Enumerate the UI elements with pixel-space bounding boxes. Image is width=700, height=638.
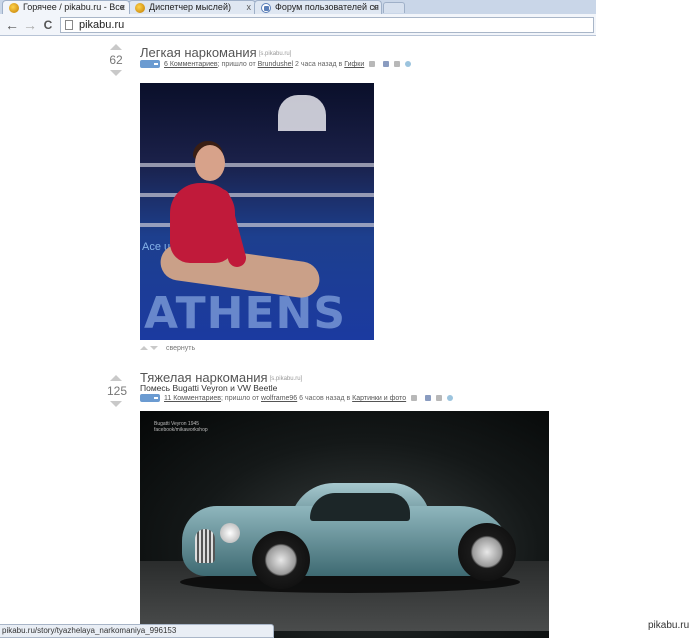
comments-link[interactable]: 6 Комментариев (164, 61, 218, 68)
story-image-car[interactable]: Bugatti Veyron 1945 facebook/mikaworksho… (140, 411, 549, 638)
status-bar: pikabu.ru/story/tyazhelaya_narkomaniya_9… (0, 624, 274, 638)
downvote-arrow-icon[interactable] (110, 401, 122, 407)
vk-icon[interactable] (436, 395, 442, 402)
browser-toolbar: ← → C pikabu.ru (0, 14, 596, 36)
story-title-text[interactable]: Легкая наркомания (140, 45, 257, 60)
author-link[interactable]: wolframe96 (261, 395, 297, 402)
story-rating: 62 (109, 53, 123, 67)
like-icon[interactable] (140, 60, 160, 69)
rail (140, 163, 374, 167)
save-icon[interactable] (411, 395, 418, 402)
close-icon[interactable]: x (373, 1, 378, 14)
story-title[interactable]: Легкая наркомания [s.pikabu.ru] (140, 45, 291, 60)
close-icon[interactable]: x (121, 1, 126, 14)
page-icon (65, 20, 73, 30)
watermark: pikabu.ru (648, 620, 690, 631)
comments-link[interactable]: 11 Комментариев (164, 395, 221, 402)
category-link[interactable]: Гифки (344, 61, 364, 68)
car-window (310, 493, 410, 521)
tab-title: Диспетчер мыслей) (149, 2, 231, 12)
story-source: [s.pikabu.ru] (258, 50, 292, 57)
meta-from: ; пришло от (217, 61, 256, 68)
tab-title: Форум пользователей ся (275, 2, 379, 12)
spectator (278, 95, 326, 131)
pikabu-favicon-icon (9, 3, 19, 13)
car-grille (195, 529, 215, 563)
new-tab-button[interactable] (383, 2, 405, 13)
browser-chrome: Горячее / pikabu.ru - Все x Диспетчер мы… (0, 0, 596, 36)
facebook-icon[interactable] (425, 395, 432, 402)
story-source: [s.pikabu.ru] (269, 375, 303, 382)
meta-from: ; пришло от (221, 395, 260, 402)
image-text-athens: ATHENS 2 (144, 288, 347, 340)
story-subtitle: Помесь Bugatti Veyron и VW Beetle (140, 383, 278, 393)
pikabu-favicon-icon (135, 3, 145, 13)
tab-strip: Горячее / pikabu.ru - Все x Диспетчер мы… (0, 0, 596, 14)
twitter-icon[interactable] (405, 61, 412, 68)
front-wheel (252, 531, 310, 589)
facebook-icon[interactable] (383, 61, 390, 68)
car-headlamp (220, 523, 240, 543)
collapse-row: свернуть (140, 345, 195, 352)
small-downvote-icon[interactable] (150, 346, 158, 351)
close-icon[interactable]: x (247, 1, 252, 14)
author-link[interactable]: Brundushel (258, 61, 293, 68)
vk-icon[interactable] (394, 61, 401, 68)
gymnast-head (195, 145, 225, 181)
image-caption: Bugatti Veyron 1945 facebook/mikaworksho… (154, 421, 208, 433)
tab-pikabu-hot[interactable]: Горячее / pikabu.ru - Все x (2, 0, 130, 14)
tab-title: Горячее / pikabu.ru - Все (23, 2, 125, 12)
story-meta: 6 Комментариев; пришло от Brundushel 2 ч… (140, 60, 412, 70)
vote-block: 62 (107, 44, 125, 76)
forward-arrow-icon[interactable]: → (22, 17, 38, 33)
upvote-arrow-icon[interactable] (110, 375, 122, 381)
vote-block: 125 (107, 375, 128, 407)
story-rating: 125 (107, 384, 128, 398)
forum-favicon-icon (261, 3, 271, 13)
story-time: 2 часа назад в (295, 61, 343, 68)
url-text: pikabu.ru (79, 19, 125, 31)
save-icon[interactable] (369, 61, 376, 68)
tab-mind-manager[interactable]: Диспетчер мыслей) x (128, 0, 256, 14)
downvote-arrow-icon[interactable] (110, 70, 122, 76)
caption-credit: facebook/mikaworkshop (154, 427, 208, 433)
collapse-link[interactable]: свернуть (166, 345, 195, 352)
story-image-gymnast[interactable]: Ace udes ATHENS 2 (140, 83, 374, 340)
story-meta: 11 Комментариев; пришло от wolframe96 6 … (140, 394, 453, 404)
story-time: 6 часов назад в (299, 395, 351, 402)
twitter-icon[interactable] (446, 395, 453, 402)
reload-icon[interactable]: C (40, 17, 56, 33)
back-arrow-icon[interactable]: ← (4, 17, 20, 33)
rear-wheel (458, 523, 516, 581)
like-icon[interactable] (140, 394, 160, 403)
address-bar[interactable]: pikabu.ru (60, 17, 594, 33)
category-link[interactable]: Картинки и фото (352, 395, 406, 402)
tab-forum[interactable]: Форум пользователей ся x (254, 0, 382, 14)
upvote-arrow-icon[interactable] (110, 44, 122, 50)
small-upvote-icon[interactable] (140, 346, 148, 351)
